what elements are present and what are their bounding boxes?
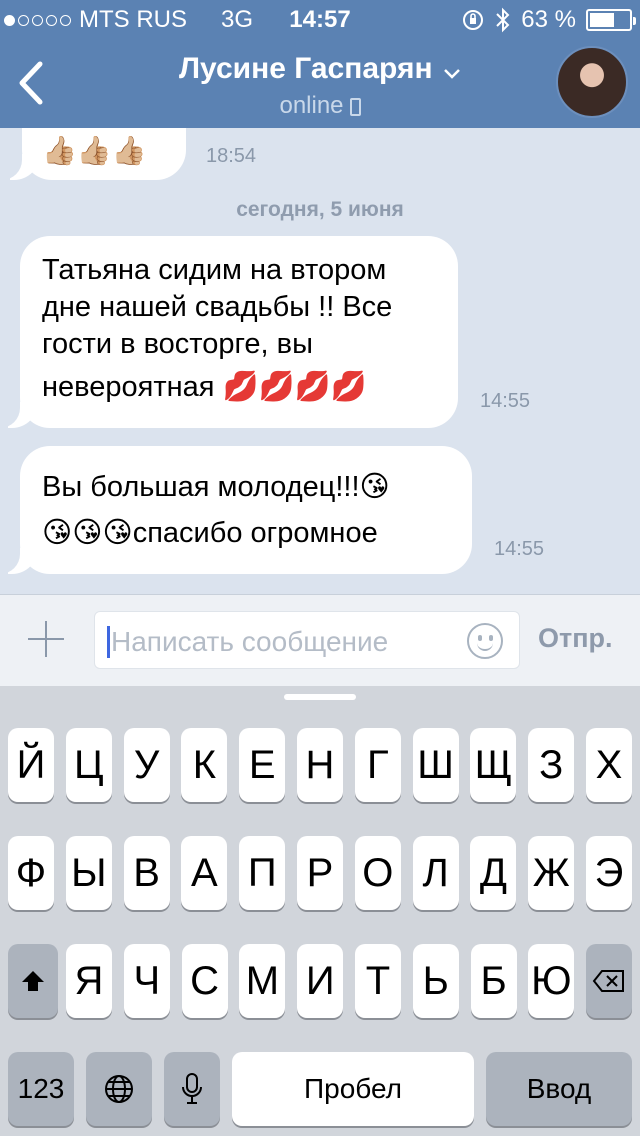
globe-key[interactable]	[86, 1052, 152, 1126]
mobile-phone-icon	[349, 97, 361, 116]
message-line: Вы большая молодец!!!😘	[42, 471, 390, 503]
key-Л[interactable]: Л	[412, 836, 459, 910]
battery-percent: 63 %	[521, 6, 576, 33]
numbers-key[interactable]: 123	[8, 1052, 74, 1126]
key-Р[interactable]: Р	[297, 836, 343, 910]
microphone-icon	[182, 1073, 202, 1104]
bluetooth-icon	[496, 7, 510, 33]
message-line: 😘😘😘спасибо огромное	[42, 517, 378, 549]
attach-plus-icon[interactable]	[26, 619, 66, 659]
return-key[interactable]: Ввод	[486, 1052, 632, 1126]
shift-key[interactable]	[8, 944, 58, 1018]
key-Й[interactable]: Й	[8, 728, 54, 802]
keyboard: ЙЦУКЕНГШЩЗХ ФЫВАПРОЛДЖЭ ЯЧСМИТЬБЮ 123 Пр…	[0, 686, 640, 1136]
shift-arrow-icon	[22, 971, 44, 991]
key-Е[interactable]: Е	[239, 728, 286, 802]
chevron-down-icon	[444, 68, 460, 79]
key-В[interactable]: В	[123, 836, 170, 910]
message-bubble[interactable]: Вы большая молодец!!!😘 😘😘😘спасибо огромн…	[0, 446, 472, 574]
keyboard-grabber[interactable]	[284, 694, 356, 700]
key-Ж[interactable]: Ж	[528, 836, 575, 910]
contact-status: online	[0, 92, 640, 120]
status-bar: MTS RUS 3G 14:57 63 %	[0, 0, 640, 40]
key-П[interactable]: П	[239, 836, 286, 910]
key-Х[interactable]: Х	[586, 728, 632, 802]
space-key[interactable]: Пробел	[232, 1052, 474, 1126]
compose-bar: Написать сообщение Отпр.	[0, 594, 640, 686]
key-М[interactable]: М	[239, 944, 286, 1018]
key-Т[interactable]: Т	[355, 944, 401, 1018]
battery-icon	[586, 9, 636, 31]
key-Ь[interactable]: Ь	[412, 944, 459, 1018]
key-С[interactable]: С	[181, 944, 228, 1018]
message-line: Татьяна сидим на втором	[42, 254, 387, 286]
key-Ы[interactable]: Ы	[65, 836, 112, 910]
date-separator: сегодня, 5 июня	[236, 198, 404, 221]
key-Я[interactable]: Я	[66, 944, 112, 1018]
key-Ф[interactable]: Ф	[8, 836, 54, 910]
key-Н[interactable]: Н	[297, 728, 343, 802]
text-caret	[107, 626, 110, 658]
contact-name: Лусине Гаспарян	[178, 52, 433, 85]
key-Г[interactable]: Г	[354, 728, 401, 802]
message-input[interactable]: Написать сообщение	[94, 611, 520, 669]
chat-header: MTS RUS 3G 14:57 63 % Лусине Гаспарян on…	[0, 0, 640, 128]
contact-title[interactable]: Лусине Гаспарян online	[0, 52, 640, 120]
key-Ч[interactable]: Ч	[123, 944, 170, 1018]
message-text: 👍🏼👍🏼👍🏼	[42, 135, 147, 166]
message-list[interactable]: 👍🏼👍🏼👍🏼 18:54 сегодня, 5 июня Татьяна сид…	[0, 128, 640, 594]
key-К[interactable]: К	[181, 728, 228, 802]
message-bubble[interactable]: 👍🏼👍🏼👍🏼	[2, 128, 186, 180]
key-О[interactable]: О	[354, 836, 401, 910]
key-Ш[interactable]: Ш	[412, 728, 459, 802]
emoji-smiley-icon[interactable]	[467, 623, 503, 659]
globe-icon	[105, 1075, 133, 1103]
key-З[interactable]: З	[528, 728, 575, 802]
message-line: невероятная 💋💋💋💋	[42, 371, 367, 403]
key-Д[interactable]: Д	[470, 836, 517, 910]
message-line: гости в восторге, вы	[42, 328, 313, 360]
message-time: 14:55	[494, 538, 545, 560]
backspace-key[interactable]	[586, 944, 632, 1018]
key-Ц[interactable]: Ц	[65, 728, 112, 802]
send-button[interactable]: Отпр.	[538, 623, 613, 654]
key-Б[interactable]: Б	[470, 944, 517, 1018]
key-Ю[interactable]: Ю	[528, 944, 575, 1018]
dictation-key[interactable]	[164, 1052, 220, 1126]
message-bubble[interactable]: Татьяна сидим на втором дне нашей свадьб…	[0, 236, 458, 428]
message-time: 18:54	[206, 145, 257, 167]
key-А[interactable]: А	[181, 836, 228, 910]
message-time: 14:55	[480, 390, 531, 412]
key-И[interactable]: И	[297, 944, 344, 1018]
message-input-placeholder: Написать сообщение	[111, 626, 389, 657]
key-Э[interactable]: Э	[586, 836, 632, 910]
key-У[interactable]: У	[123, 728, 170, 802]
avatar[interactable]	[556, 46, 628, 118]
backspace-icon	[592, 970, 624, 992]
rotation-lock-icon	[463, 10, 484, 30]
message-line: дне нашей свадьбы !! Все	[42, 291, 393, 323]
key-Щ[interactable]: Щ	[470, 728, 517, 802]
